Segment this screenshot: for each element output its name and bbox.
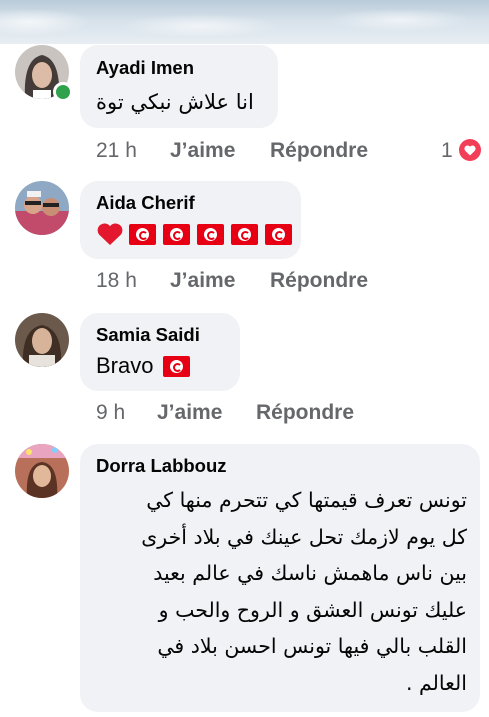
like-button[interactable]: J’aime (157, 401, 222, 425)
tunisia-flag-icon (129, 223, 157, 245)
tunisia-flag-icon (197, 223, 225, 245)
heart-reaction-icon[interactable] (459, 139, 481, 161)
comment-text-line: القلب بالي فيها تونس احسن بلاد في (157, 634, 467, 658)
online-status-indicator (53, 82, 73, 102)
comment-text: انا علاش نبكي توة (96, 90, 254, 114)
comment-text-line: عليك تونس العشق و الروح والحب و (158, 597, 467, 622)
comment-time[interactable]: 21 h (96, 139, 137, 163)
reply-button[interactable]: Répondre (270, 269, 368, 293)
comment-author[interactable]: Aida Cherif (96, 192, 195, 214)
reaction-count[interactable]: 1 (441, 139, 453, 163)
avatar[interactable] (15, 313, 69, 367)
comment-author[interactable]: Samia Saidi (96, 324, 200, 346)
red-heart-icon (96, 222, 124, 246)
reply-button[interactable]: Répondre (256, 401, 354, 425)
comment-author[interactable]: Ayadi Imen (96, 57, 194, 79)
cover-photo-strip (0, 0, 489, 44)
like-button[interactable]: J’aime (170, 139, 235, 163)
comment-time[interactable]: 18 h (96, 269, 137, 293)
tunisia-flag-icon (231, 223, 259, 245)
like-button[interactable]: J’aime (170, 269, 235, 293)
comment-time[interactable]: 9 h (96, 401, 125, 425)
comment-text-line: العالم . (406, 670, 467, 695)
comment-text-line: كل يوم لازمك تحل عينك في بلاد أخرى (141, 524, 467, 549)
comment-author[interactable]: Dorra Labbouz (96, 455, 227, 477)
comment-text-row: Bravo (96, 353, 192, 379)
tunisia-flag-icon (163, 223, 191, 245)
tunisia-flag-icon (162, 355, 190, 377)
tunisia-flag-icon (265, 223, 293, 245)
avatar[interactable] (15, 181, 69, 235)
comment-text-line: بين ناس ماهمش ناسك في عالم بعيد (153, 561, 467, 585)
reply-button[interactable]: Répondre (270, 139, 368, 163)
comment-text: تونس تعرف قيمتها كي تتحرم منها كي كل يوم… (90, 482, 467, 701)
comment-text-line: تونس تعرف قيمتها كي تتحرم منها كي (146, 488, 467, 512)
comment-text: Bravo (96, 353, 154, 378)
avatar[interactable] (15, 444, 69, 498)
comment-emoji-row (96, 222, 294, 248)
